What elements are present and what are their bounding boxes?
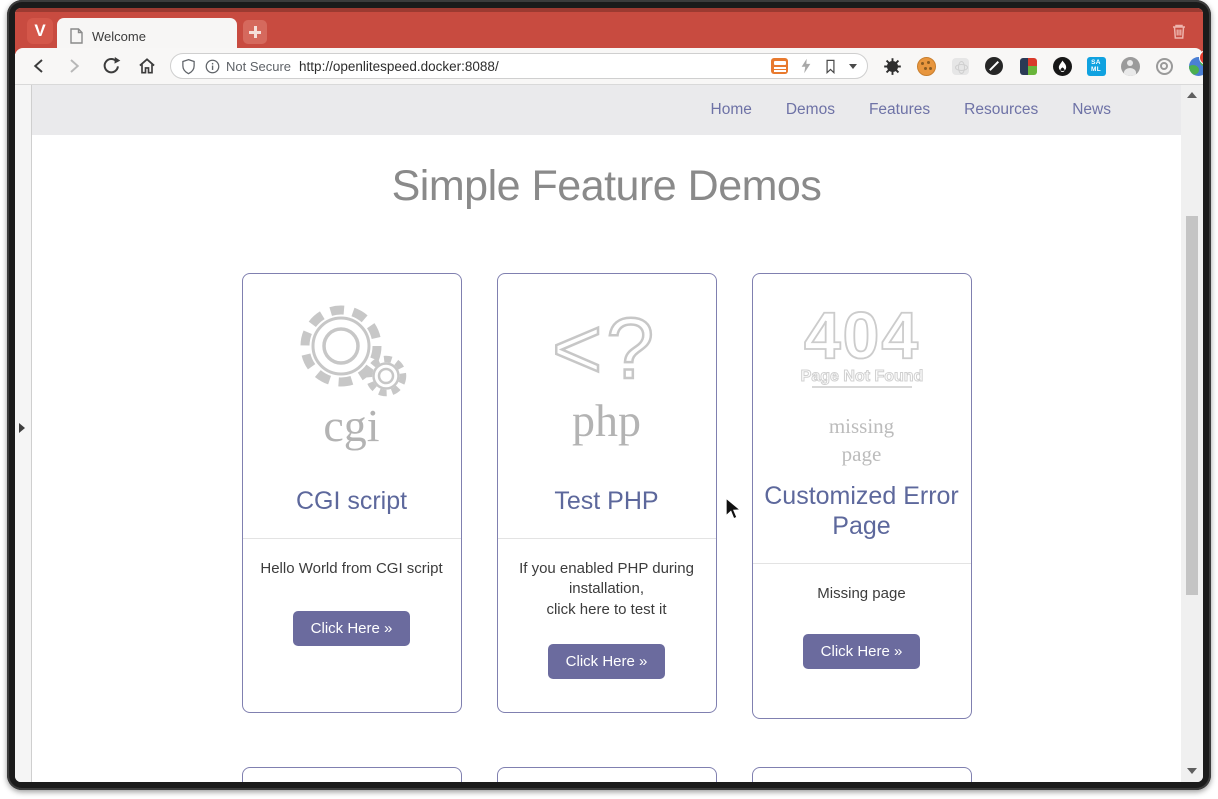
new-tab-button[interactable] xyxy=(243,20,267,44)
address-bar[interactable]: Not Secure http://openlitespeed.docker:8… xyxy=(170,53,868,79)
card-php: <? php Test PHP If you enabled PHP durin… xyxy=(497,273,717,713)
saml-text: SA xyxy=(1091,59,1101,66)
extension-adblock-bug-icon[interactable] xyxy=(882,56,902,76)
extension-analytics-mosaic-icon[interactable] xyxy=(1018,56,1038,76)
extension-devtools-disabled-icon[interactable] xyxy=(950,56,970,76)
card-stub xyxy=(497,767,717,782)
nav-news[interactable]: News xyxy=(1072,101,1111,119)
card-stub xyxy=(752,767,972,782)
saml-text: ML xyxy=(1091,66,1101,73)
svg-text:<?: <? xyxy=(552,301,658,396)
vivaldi-logo-button[interactable]: V xyxy=(27,18,53,44)
extension-privacy-slash-icon[interactable] xyxy=(984,56,1004,76)
scroll-down-arrow[interactable] xyxy=(1187,768,1197,774)
web-page: Home Demos Features Resources News Simpl… xyxy=(32,85,1181,782)
page-favicon-icon xyxy=(70,28,83,44)
forward-icon xyxy=(65,57,83,75)
nav-features[interactable]: Features xyxy=(869,101,930,119)
page-title: Simple Feature Demos xyxy=(32,162,1181,211)
site-nav: Home Demos Features Resources News xyxy=(32,85,1181,135)
shield-icon xyxy=(181,58,196,75)
trash-icon-button[interactable] xyxy=(1169,21,1189,41)
svg-text:404: 404 xyxy=(803,298,919,372)
scrollbar[interactable] xyxy=(1181,85,1203,782)
svg-text:Page Not Found: Page Not Found xyxy=(800,368,923,385)
card-title: Test PHP xyxy=(554,487,658,517)
forward-button[interactable] xyxy=(64,56,84,76)
trash-icon xyxy=(1169,21,1189,41)
security-label: Not Secure xyxy=(226,59,291,74)
php-click-here-button[interactable]: Click Here » xyxy=(548,644,666,679)
chevron-down-icon[interactable] xyxy=(849,64,857,69)
cgi-label: cgi xyxy=(323,403,379,449)
browser-window: V Welcome xyxy=(7,0,1211,790)
reader-mode-icon[interactable] xyxy=(771,58,788,74)
panel-expand-arrow-icon xyxy=(19,423,25,433)
php-label: php xyxy=(572,398,641,444)
php-tag-icon: <? xyxy=(532,298,682,396)
reload-icon xyxy=(101,56,121,76)
cgi-click-here-button[interactable]: Click Here » xyxy=(293,611,411,646)
second-row-cards xyxy=(32,767,1181,782)
missing-label-line2: page xyxy=(842,442,882,466)
plus-icon xyxy=(249,26,261,38)
profile-globe-icon[interactable]: 2 xyxy=(1188,56,1203,76)
card-description-line2: click here to test it xyxy=(546,601,666,618)
extension-icons: SA ML 2 xyxy=(882,56,1203,76)
reload-button[interactable] xyxy=(101,56,121,76)
nav-home[interactable]: Home xyxy=(711,101,752,119)
feature-cards: cgi CGI script Hello World from CGI scri… xyxy=(32,273,1181,719)
card-description-line1: If you enabled PHP during installation, xyxy=(519,560,694,597)
scrollbar-thumb[interactable] xyxy=(1186,216,1198,595)
url-text[interactable]: http://openlitespeed.docker:8088/ xyxy=(299,59,499,74)
navigation-toolbar: Not Secure http://openlitespeed.docker:8… xyxy=(15,48,1203,85)
card-error-page: 404 Page Not Found missing page xyxy=(752,273,972,719)
missing-label-line1: missing xyxy=(829,414,894,438)
card-title: CGI script xyxy=(296,487,407,517)
card-description: Hello World from CGI script xyxy=(260,559,442,579)
screen: V Welcome xyxy=(0,0,1218,799)
extension-flame-icon[interactable] xyxy=(1052,56,1072,76)
side-panel-toggle[interactable] xyxy=(15,85,32,782)
home-icon xyxy=(137,56,157,76)
card-stub xyxy=(242,767,462,782)
lightning-icon[interactable] xyxy=(800,58,812,74)
nav-demos[interactable]: Demos xyxy=(786,101,835,119)
bookmark-icon[interactable] xyxy=(824,59,837,74)
extension-saml-icon[interactable]: SA ML xyxy=(1086,56,1106,76)
card-description: Missing page xyxy=(817,584,905,604)
back-button[interactable] xyxy=(29,56,49,76)
error-click-here-button[interactable]: Click Here » xyxy=(803,634,921,669)
nav-resources[interactable]: Resources xyxy=(964,101,1038,119)
gears-icon xyxy=(289,298,414,401)
info-icon[interactable] xyxy=(205,59,220,74)
extension-rings-icon[interactable] xyxy=(1154,56,1174,76)
tab-title: Welcome xyxy=(92,29,146,44)
card-title: Customized Error Page xyxy=(761,482,963,541)
extension-cookie-icon[interactable] xyxy=(916,56,936,76)
scroll-up-arrow[interactable] xyxy=(1187,92,1197,98)
back-icon xyxy=(30,57,48,75)
extension-user-icon[interactable] xyxy=(1120,56,1140,76)
home-button[interactable] xyxy=(137,56,157,76)
404-icon: 404 Page Not Found xyxy=(762,298,962,392)
card-cgi: cgi CGI script Hello World from CGI scri… xyxy=(242,273,462,713)
